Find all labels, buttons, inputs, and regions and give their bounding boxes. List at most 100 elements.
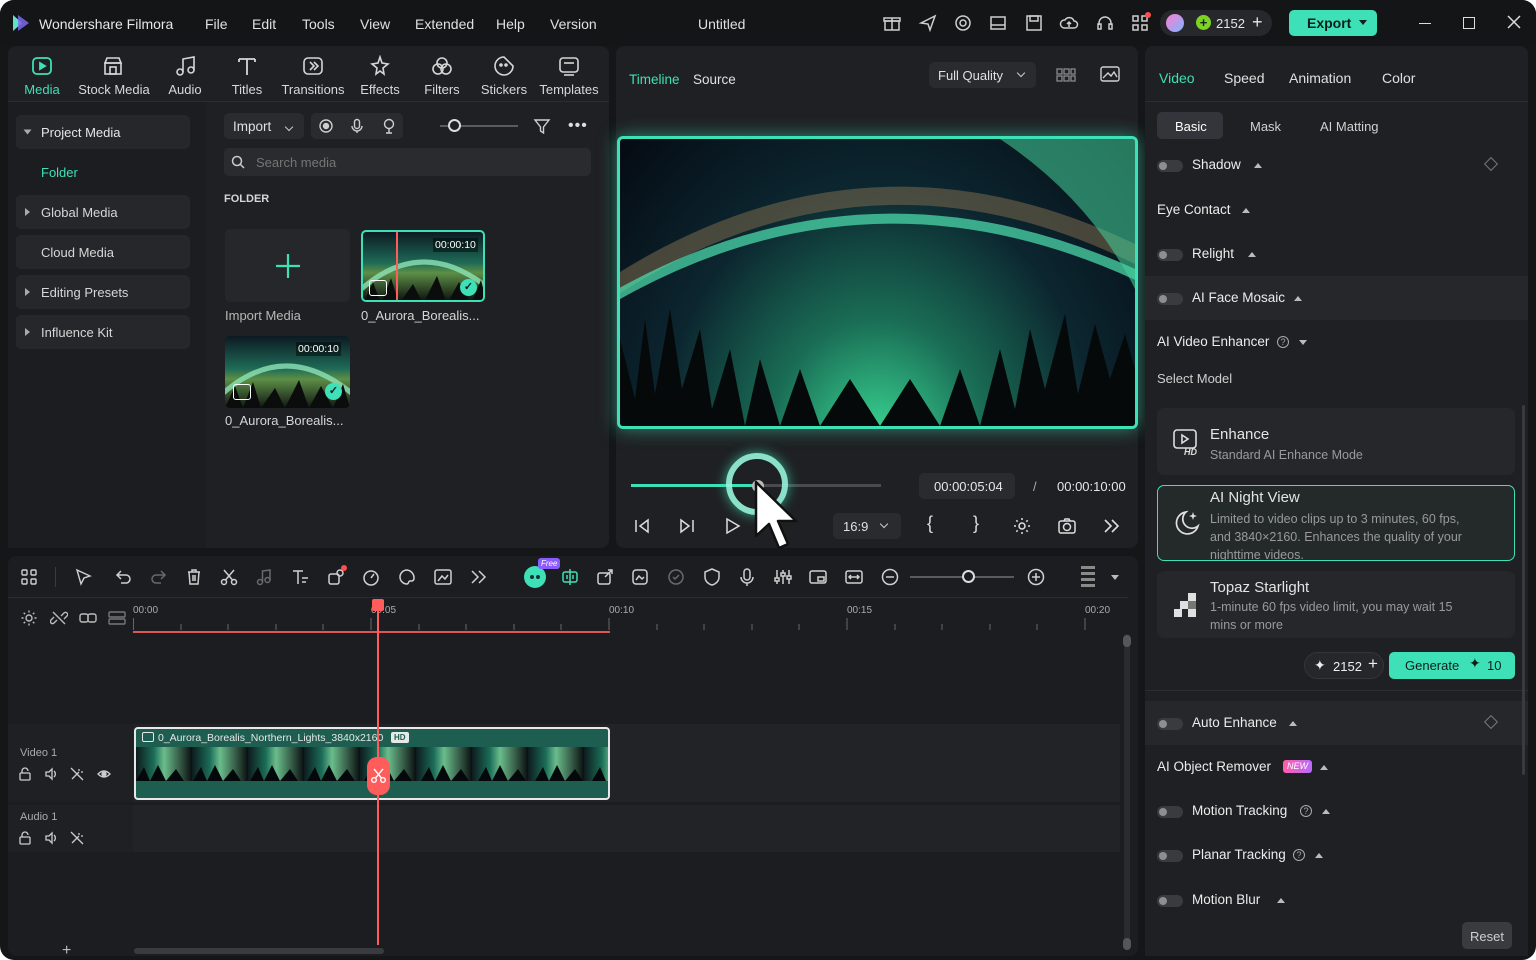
caret-up-icon[interactable] xyxy=(1289,721,1297,726)
export-clip-icon[interactable] xyxy=(595,567,615,587)
export-button[interactable]: Export xyxy=(1289,10,1377,36)
zoom-in-icon[interactable] xyxy=(1026,567,1046,587)
planar-tracking-toggle[interactable] xyxy=(1157,850,1183,862)
select-pointer-icon[interactable] xyxy=(74,567,94,587)
sidebar-item-project-media[interactable]: Project Media xyxy=(16,115,190,149)
import-media-tile[interactable] xyxy=(225,229,350,302)
aspect-ratio-dropdown[interactable]: 16:9 xyxy=(833,513,901,539)
speaker-icon[interactable] xyxy=(44,767,58,781)
mark-in-icon[interactable]: { xyxy=(927,513,933,534)
tab-speed[interactable]: Speed xyxy=(1224,70,1264,86)
help-icon[interactable]: ? xyxy=(1277,336,1289,348)
generate-button[interactable]: Generate ✦ 10 xyxy=(1389,652,1515,679)
magic-off-icon[interactable] xyxy=(70,831,84,845)
model-card-ai-night-view[interactable]: AI Night View Limited to video clips up … xyxy=(1157,485,1515,561)
model-card-topaz-starlight[interactable]: Topaz Starlight 1-minute 60 fps video li… xyxy=(1157,571,1515,638)
sidebar-item-folder[interactable]: Folder xyxy=(16,155,190,189)
microphone-icon[interactable] xyxy=(737,567,757,587)
scrollbar-thumb[interactable] xyxy=(1123,635,1131,647)
gift-icon[interactable] xyxy=(882,13,902,33)
avatar[interactable] xyxy=(1166,14,1184,32)
support-icon[interactable] xyxy=(953,13,973,33)
split-scissors-button[interactable] xyxy=(367,757,390,795)
minimize-icon[interactable] xyxy=(1419,23,1431,24)
speed-timer-icon[interactable] xyxy=(361,567,381,587)
motion-blur-toggle[interactable] xyxy=(1157,895,1183,907)
caret-up-icon[interactable] xyxy=(1277,898,1285,903)
layout-icon[interactable] xyxy=(988,13,1008,33)
menu-help[interactable]: Help xyxy=(496,16,525,32)
mark-out-icon[interactable]: } xyxy=(973,513,979,534)
caret-up-icon[interactable] xyxy=(1294,296,1302,301)
layout-grid-icon[interactable] xyxy=(20,568,38,586)
current-time-box[interactable]: 00:00:05:04 xyxy=(919,473,1015,499)
caret-up-icon[interactable] xyxy=(1322,809,1330,814)
quality-dropdown[interactable]: Full Quality xyxy=(929,62,1036,88)
lock-icon[interactable] xyxy=(18,767,32,781)
caret-up-icon[interactable] xyxy=(1320,765,1328,770)
menu-extended[interactable]: Extended xyxy=(415,16,474,32)
ai-face-mosaic-toggle[interactable] xyxy=(1157,293,1183,305)
double-chevron-right-icon[interactable] xyxy=(1101,516,1121,536)
zoom-slider-handle[interactable] xyxy=(962,570,975,583)
tab-color[interactable]: Color xyxy=(1382,70,1415,86)
caret-down-icon[interactable] xyxy=(1299,340,1307,345)
add-credits-icon[interactable]: + xyxy=(1368,654,1378,674)
magic-off-icon[interactable] xyxy=(70,767,84,781)
snapshot-view-icon[interactable] xyxy=(1100,65,1120,83)
caret-up-icon[interactable] xyxy=(1254,163,1262,168)
timeline-vertical-scrollbar[interactable] xyxy=(1124,634,1130,950)
keyframe-icon[interactable] xyxy=(1483,156,1499,172)
playhead-head[interactable] xyxy=(372,599,384,611)
menu-version[interactable]: Version xyxy=(550,16,597,32)
microphone-icon[interactable] xyxy=(349,118,365,134)
import-dropdown[interactable]: Import xyxy=(224,113,304,139)
scissors-icon[interactable] xyxy=(219,567,239,587)
caret-up-icon[interactable] xyxy=(1248,252,1256,257)
lock-icon[interactable] xyxy=(18,831,32,845)
send-icon[interactable] xyxy=(918,13,938,33)
undo-icon[interactable] xyxy=(113,567,133,587)
cloud-upload-icon[interactable] xyxy=(1059,13,1079,33)
credits-balance-pill[interactable]: ✦ 2152 + xyxy=(1304,652,1384,679)
sidebar-item-influence-kit[interactable]: Influence Kit xyxy=(16,315,190,349)
close-icon[interactable] xyxy=(1506,14,1522,30)
timeline-settings-icon[interactable] xyxy=(20,609,38,627)
record-screen-icon[interactable] xyxy=(318,118,334,134)
tab-source[interactable]: Source xyxy=(693,72,736,87)
chevron-down-icon[interactable] xyxy=(1359,20,1367,25)
shadow-toggle[interactable] xyxy=(1157,160,1183,172)
menu-file[interactable]: File xyxy=(205,16,228,32)
motion-tracking-toggle[interactable] xyxy=(1157,806,1183,818)
menu-view[interactable]: View xyxy=(360,16,390,32)
delete-trash-icon[interactable] xyxy=(184,567,204,587)
help-icon[interactable]: ? xyxy=(1300,805,1312,817)
menu-tools[interactable]: Tools xyxy=(302,16,335,32)
search-input[interactable] xyxy=(256,153,576,171)
auto-enhance-toggle[interactable] xyxy=(1157,718,1183,730)
more-options-icon[interactable]: ••• xyxy=(568,117,588,135)
audio-mixer-icon[interactable] xyxy=(773,567,793,587)
filter-funnel-icon[interactable] xyxy=(533,117,551,135)
time-ruler[interactable]: 00:00 00:05 00:10 00:15 00:20 xyxy=(133,598,1128,634)
ai-text-icon[interactable] xyxy=(290,567,310,587)
stabilize-icon[interactable] xyxy=(666,567,686,587)
timeline-horizontal-scrollbar[interactable] xyxy=(134,948,384,954)
menu-edit[interactable]: Edit xyxy=(252,16,276,32)
chevron-down-icon[interactable] xyxy=(1111,575,1119,580)
caret-up-icon[interactable] xyxy=(1242,208,1250,213)
sidebar-item-global-media[interactable]: Global Media xyxy=(16,195,190,229)
ai-copilot-icon[interactable] xyxy=(524,566,546,588)
auto-reframe-icon[interactable] xyxy=(630,567,650,587)
double-chevron-right-icon[interactable] xyxy=(468,567,488,587)
add-credits-icon[interactable]: + xyxy=(1252,12,1263,33)
credits-pill[interactable]: + 2152 + xyxy=(1160,10,1272,36)
redo-icon[interactable] xyxy=(149,567,169,587)
shield-icon[interactable] xyxy=(702,567,722,587)
fit-width-icon[interactable] xyxy=(844,567,864,587)
help-icon[interactable]: ? xyxy=(1293,849,1305,861)
audio-detach-icon[interactable] xyxy=(254,567,274,587)
relight-toggle[interactable] xyxy=(1157,249,1183,261)
settings-gear-icon[interactable] xyxy=(1012,516,1032,536)
zoom-out-icon[interactable] xyxy=(880,567,900,587)
